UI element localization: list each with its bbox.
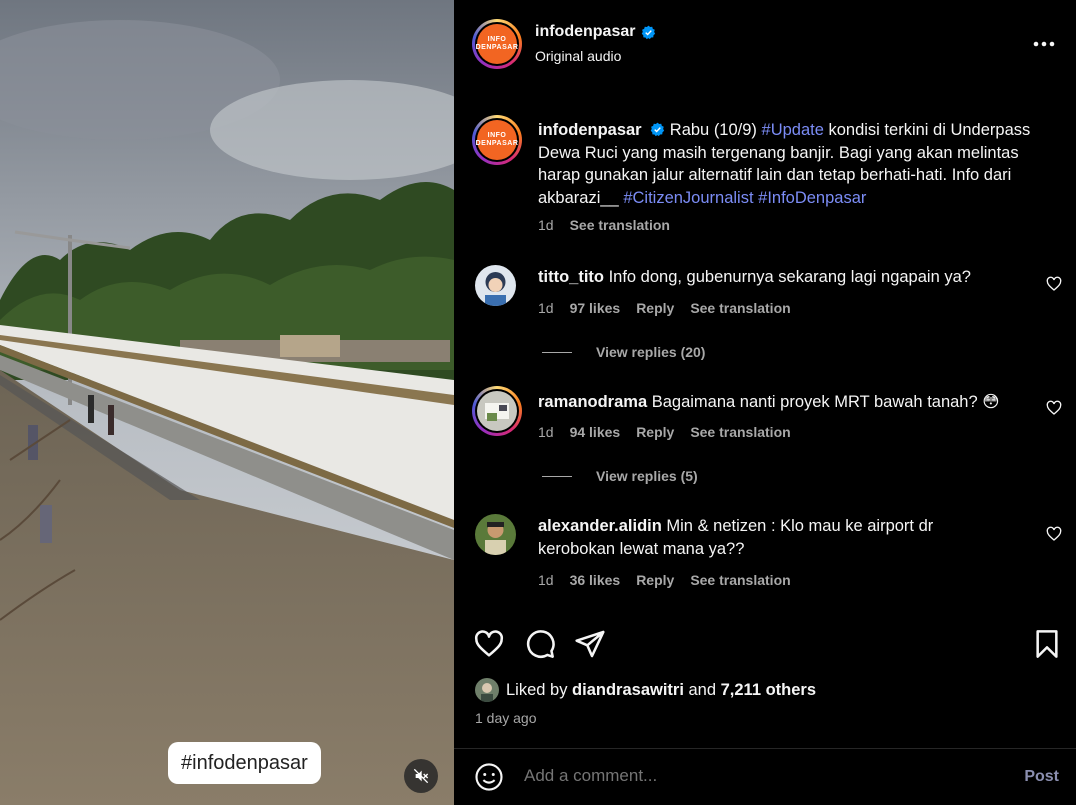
divider-line — [542, 475, 572, 477]
save-bookmark-icon[interactable] — [1031, 628, 1063, 660]
author-avatar[interactable]: INFO DENPASAR — [472, 19, 522, 69]
video-frame-flooded-underpass — [0, 0, 454, 805]
add-comment-bar: Post — [454, 748, 1076, 805]
post-timestamp[interactable]: 1 day ago — [475, 710, 537, 726]
like-comment-heart-icon[interactable] — [1046, 400, 1062, 416]
avatar-logo-text: DENPASAR — [475, 44, 519, 51]
like-comment-heart-icon[interactable] — [1046, 526, 1062, 542]
like-heart-icon[interactable] — [473, 628, 505, 660]
avatar-image — [475, 265, 516, 306]
author-username[interactable]: infodenpasar — [535, 23, 656, 41]
author-avatar-logo: INFO DENPASAR — [475, 24, 519, 64]
see-translation-link[interactable]: See translation — [570, 217, 670, 233]
comment-bubble-icon[interactable] — [524, 628, 556, 660]
hashtag-sticker[interactable]: #infodenpasar — [168, 742, 321, 784]
comment-meta: 1d 94 likes Reply See translation — [538, 424, 791, 440]
caption-meta: 1d See translation — [538, 217, 670, 233]
liker-avatar[interactable] — [475, 678, 499, 702]
reel-video[interactable]: #infodenpasar — [0, 0, 454, 805]
commenter-username[interactable]: ramanodrama — [538, 393, 647, 411]
author-username-label: infodenpasar — [535, 23, 636, 40]
view-replies-button[interactable]: View replies (5) — [542, 468, 698, 484]
view-replies-label: View replies (20) — [596, 344, 706, 360]
avatar-image — [475, 514, 516, 555]
avatar-image — [477, 391, 517, 431]
caption-timestamp[interactable]: 1d — [538, 217, 554, 233]
post-action-bar — [454, 620, 1076, 666]
liked-by-text: Liked by — [506, 680, 573, 699]
post-comment-button[interactable]: Post — [1024, 768, 1059, 786]
view-replies-label: View replies (5) — [596, 468, 698, 484]
commenter-avatar[interactable] — [475, 514, 516, 555]
comment-meta: 1d 36 likes Reply See translation — [538, 572, 791, 588]
hashtag-link[interactable]: #CitizenJournalist — [623, 189, 753, 207]
commenter-avatar[interactable] — [475, 265, 516, 306]
caption-username[interactable]: infodenpasar — [538, 121, 642, 139]
caption-body: Rabu (10/9) — [665, 121, 762, 139]
comment-text: alexander.alidin Min & netizen : Klo mau… — [538, 515, 968, 560]
emoji-icon[interactable] — [474, 762, 504, 792]
see-translation-link[interactable]: See translation — [690, 424, 790, 440]
share-send-icon[interactable] — [574, 628, 606, 660]
comment-timestamp[interactable]: 1d — [538, 572, 554, 588]
reply-button[interactable]: Reply — [636, 424, 674, 440]
commenter-username[interactable]: titto_tito — [538, 268, 604, 286]
see-translation-link[interactable]: See translation — [690, 572, 790, 588]
avatar-logo-text: INFO — [487, 36, 507, 43]
comment-timestamp[interactable]: 1d — [538, 300, 554, 316]
commenter-avatar[interactable] — [472, 386, 522, 436]
verified-badge-icon — [650, 122, 665, 137]
avatar-logo-text: INFO — [487, 132, 507, 139]
audio-label[interactable]: Original audio — [535, 48, 621, 64]
comment-input[interactable] — [524, 766, 984, 786]
liked-by-text: and — [683, 680, 721, 699]
more-options-button[interactable] — [1032, 34, 1056, 54]
comment-likes-count[interactable]: 36 likes — [570, 572, 621, 588]
comment-body: Info dong, gubenurnya sekarang lagi ngap… — [603, 268, 971, 286]
caption-author-avatar[interactable]: INFO DENPASAR — [472, 115, 522, 165]
avatar-image — [475, 678, 499, 702]
comment-likes-count[interactable]: 94 likes — [570, 424, 621, 440]
author-avatar-logo: INFO DENPASAR — [475, 120, 519, 160]
hashtag-sticker-text: #infodenpasar — [181, 751, 308, 774]
post-header: INFO DENPASAR infodenpasar Original audi… — [454, 0, 1076, 90]
avatar-logo-text: DENPASAR — [475, 140, 519, 147]
reply-button[interactable]: Reply — [636, 572, 674, 588]
post-details-panel: INFO DENPASAR infodenpasar Original audi… — [454, 0, 1076, 805]
see-translation-link[interactable]: See translation — [690, 300, 790, 316]
more-horizontal-icon — [1033, 41, 1055, 47]
like-comment-heart-icon[interactable] — [1046, 276, 1062, 292]
verified-badge-icon — [642, 25, 656, 39]
liked-by-summary: Liked by diandrasawitri and 7,211 others — [475, 678, 816, 702]
caption-text: infodenpasar Rabu (10/9) #Update kondisi… — [538, 119, 1058, 209]
comment-timestamp[interactable]: 1d — [538, 424, 554, 440]
view-replies-button[interactable]: View replies (20) — [542, 344, 705, 360]
comment-text: ramanodrama Bagaimana nanti proyek MRT b… — [538, 391, 1018, 414]
reply-button[interactable]: Reply — [636, 300, 674, 316]
hashtag-link[interactable]: #InfoDenpasar — [758, 189, 866, 207]
likes-count-link[interactable]: 7,211 others — [721, 681, 816, 699]
mute-button[interactable] — [404, 759, 438, 793]
speaker-muted-icon — [413, 768, 429, 784]
liker-username[interactable]: diandrasawitri — [572, 681, 684, 699]
hashtag-link[interactable]: #Update — [762, 121, 824, 139]
comment-likes-count[interactable]: 97 likes — [570, 300, 621, 316]
comment-meta: 1d 97 likes Reply See translation — [538, 300, 791, 316]
divider-line — [542, 351, 572, 353]
comment-body: Bagaimana nanti proyek MRT bawah tanah? … — [647, 393, 1000, 411]
commenter-username[interactable]: alexander.alidin — [538, 517, 662, 535]
comment-text: titto_tito Info dong, gubenurnya sekaran… — [538, 266, 1018, 289]
